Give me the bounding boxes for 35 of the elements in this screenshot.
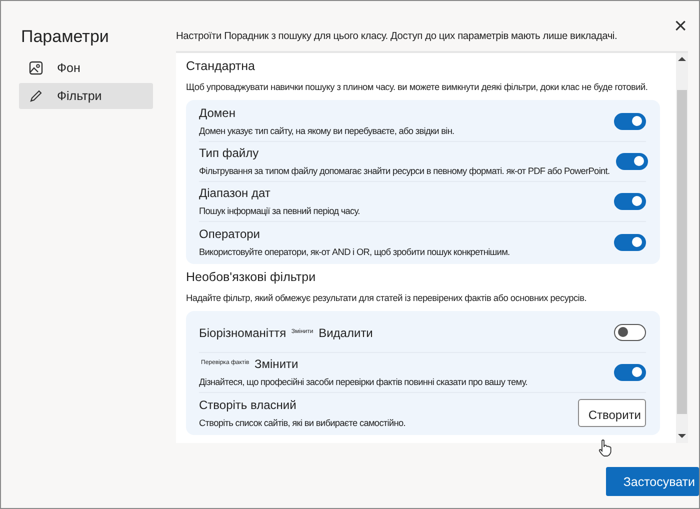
filter-description: Використовуйте оператори, як-от AND і OR, щоб зробити пошук конкретнішим. [199,246,510,258]
scrollbar[interactable] [676,53,688,443]
toggle-switch[interactable] [614,193,646,210]
filter-title: $^{Перевірка фактів}$ Змінити [200,357,300,371]
toggle-switch[interactable] [616,153,648,170]
image-icon [29,61,43,75]
create-button[interactable]: Створити [578,399,646,427]
sidebar-title: Параметри [21,27,110,47]
toggle-switch[interactable] [614,113,646,130]
toggle-switch[interactable] [614,364,646,381]
apply-button[interactable]: Застосувати [606,467,699,496]
section-title: Необов'язкові фільтри [186,270,317,284]
filter-description: Фільтрування за типом файлу допомагає знайти ресурси в певному форматі. як-от PDF або PowerPoint. [199,165,610,177]
scroll-up-icon[interactable] [678,57,686,62]
filter-description: Пошук інформації за певний період часу. [199,205,360,217]
toggle-switch[interactable] [614,234,646,250]
filter-title: Тип файлу [199,146,260,160]
filter-title: Біорізноманіття $^{Змінити}$ Видалити [199,326,373,340]
settings-description: Настроїти Порадник з пошуку для цього класу. Доступ до цих параметрів мають лише викладачі. [176,30,618,42]
close-button[interactable]: × [670,15,691,37]
section-title: Стандартна [186,59,256,73]
sidebar-item[interactable]: Фільтри [19,83,153,109]
section-description: Щоб упроваджувати навички пошуку з плином часу. ви можете вимкнути деякі фільтри, доки клас не буде готовий. [186,81,649,93]
toggle-switch[interactable] [614,324,646,341]
filter-title: Домен [199,106,236,120]
filter-description: Дізнайтеся, що професійні засоби перевірки фактів повинні сказати про вашу тему. [199,376,528,388]
filter-description: Створіть список сайтів, які ви вибираєте самостійно. [199,416,406,428]
filter-description: Домен указує тип сайту, на якому ви перебуваєте, або звідки він. [199,125,454,137]
filter-title: Оператори [199,226,262,240]
sidebar-item[interactable]: Фон [19,55,153,81]
pencil-icon [29,89,43,103]
filter-title: Створіть власний [199,398,298,412]
section-description: Надайте фільтр, який обмежує результати для статей із перевірених фактів або основних ресурсів. [186,292,588,304]
scroll-down-icon[interactable] [678,434,686,439]
filter-title: Діапазон дат [199,186,272,200]
